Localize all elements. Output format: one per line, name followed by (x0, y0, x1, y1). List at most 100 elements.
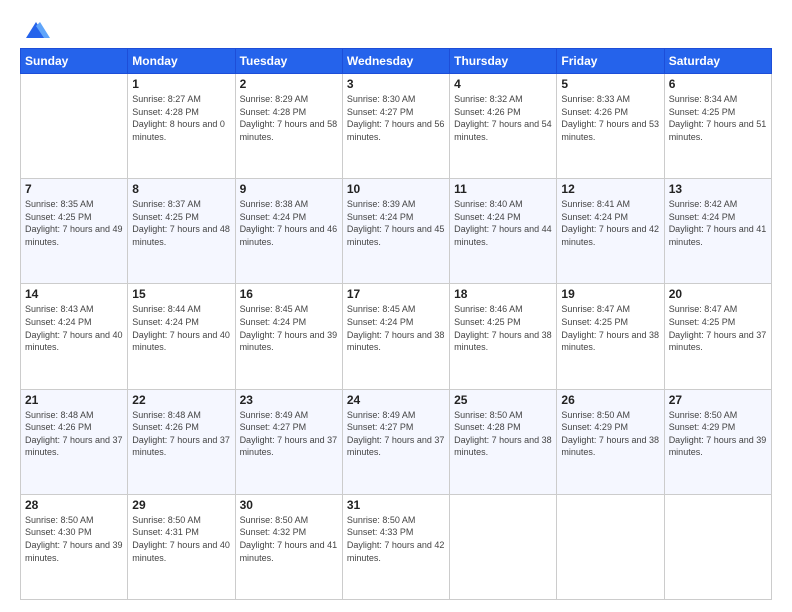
calendar-header-row: SundayMondayTuesdayWednesdayThursdayFrid… (21, 49, 772, 74)
day-number: 16 (240, 287, 338, 301)
calendar-day-cell: 3 Sunrise: 8:30 AMSunset: 4:27 PMDaylight… (342, 74, 449, 179)
calendar-day-cell: 28 Sunrise: 8:50 AMSunset: 4:30 PMDayligh… (21, 494, 128, 599)
day-number: 22 (132, 393, 230, 407)
day-info: Sunrise: 8:48 AMSunset: 4:26 PMDaylight:… (132, 409, 230, 459)
calendar-day-cell: 25 Sunrise: 8:50 AMSunset: 4:28 PMDayligh… (450, 389, 557, 494)
calendar-day-cell: 12Sunrise: 8:41 AMSunset: 4:24 PMDayligh… (557, 179, 664, 284)
calendar-day-cell: 11 Sunrise: 8:40 AMSunset: 4:24 PMDayligh… (450, 179, 557, 284)
calendar-week-row: 28 Sunrise: 8:50 AMSunset: 4:30 PMDayligh… (21, 494, 772, 599)
day-info: Sunrise: 8:50 AMSunset: 4:33 PMDaylight:… (347, 514, 445, 564)
calendar-day-cell: 23Sunrise: 8:49 AMSunset: 4:27 PMDayligh… (235, 389, 342, 494)
day-number: 2 (240, 77, 338, 91)
day-number: 7 (25, 182, 123, 196)
day-info: Sunrise: 8:50 AMSunset: 4:29 PMDaylight:… (669, 409, 767, 459)
calendar-day-cell: 15 Sunrise: 8:44 AMSunset: 4:24 PMDayligh… (128, 284, 235, 389)
day-number: 3 (347, 77, 445, 91)
day-number: 19 (561, 287, 659, 301)
col-header-monday: Monday (128, 49, 235, 74)
day-info: Sunrise: 8:39 AMSunset: 4:24 PMDaylight:… (347, 198, 445, 248)
col-header-thursday: Thursday (450, 49, 557, 74)
page: SundayMondayTuesdayWednesdayThursdayFrid… (0, 0, 792, 612)
day-info: Sunrise: 8:50 AMSunset: 4:29 PMDaylight:… (561, 409, 659, 459)
day-info: Sunrise: 8:27 AMSunset: 4:28 PMDaylight:… (132, 93, 230, 143)
day-info: Sunrise: 8:50 AMSunset: 4:32 PMDaylight:… (240, 514, 338, 564)
calendar-day-cell: 30 Sunrise: 8:50 AMSunset: 4:32 PMDayligh… (235, 494, 342, 599)
day-number: 8 (132, 182, 230, 196)
day-number: 27 (669, 393, 767, 407)
calendar-day-cell: 9 Sunrise: 8:38 AMSunset: 4:24 PMDaylight… (235, 179, 342, 284)
day-number: 31 (347, 498, 445, 512)
calendar-day-cell: 16Sunrise: 8:45 AMSunset: 4:24 PMDayligh… (235, 284, 342, 389)
day-number: 25 (454, 393, 552, 407)
calendar-day-cell: 10 Sunrise: 8:39 AMSunset: 4:24 PMDayligh… (342, 179, 449, 284)
day-info: Sunrise: 8:50 AMSunset: 4:30 PMDaylight:… (25, 514, 123, 564)
day-number: 12 (561, 182, 659, 196)
day-info: Sunrise: 8:50 AMSunset: 4:28 PMDaylight:… (454, 409, 552, 459)
calendar-day-cell: 18Sunrise: 8:46 AMSunset: 4:25 PMDayligh… (450, 284, 557, 389)
day-info: Sunrise: 8:47 AMSunset: 4:25 PMDaylight:… (669, 303, 767, 353)
calendar-week-row: 21 Sunrise: 8:48 AMSunset: 4:26 PMDayligh… (21, 389, 772, 494)
day-number: 21 (25, 393, 123, 407)
calendar-day-cell: 21 Sunrise: 8:48 AMSunset: 4:26 PMDayligh… (21, 389, 128, 494)
day-number: 4 (454, 77, 552, 91)
day-info: Sunrise: 8:29 AMSunset: 4:28 PMDaylight:… (240, 93, 338, 143)
day-number: 29 (132, 498, 230, 512)
day-info: Sunrise: 8:49 AMSunset: 4:27 PMDaylight:… (347, 409, 445, 459)
day-number: 11 (454, 182, 552, 196)
calendar-day-cell: 2 Sunrise: 8:29 AMSunset: 4:28 PMDaylight… (235, 74, 342, 179)
day-number: 5 (561, 77, 659, 91)
calendar-empty-cell (557, 494, 664, 599)
col-header-sunday: Sunday (21, 49, 128, 74)
col-header-tuesday: Tuesday (235, 49, 342, 74)
calendar-day-cell: 20 Sunrise: 8:47 AMSunset: 4:25 PMDayligh… (664, 284, 771, 389)
day-number: 24 (347, 393, 445, 407)
calendar-day-cell: 14Sunrise: 8:43 AMSunset: 4:24 PMDayligh… (21, 284, 128, 389)
day-info: Sunrise: 8:35 AMSunset: 4:25 PMDaylight:… (25, 198, 123, 248)
day-number: 23 (240, 393, 338, 407)
day-number: 9 (240, 182, 338, 196)
day-number: 15 (132, 287, 230, 301)
day-info: Sunrise: 8:34 AMSunset: 4:25 PMDaylight:… (669, 93, 767, 143)
calendar-day-cell: 29Sunrise: 8:50 AMSunset: 4:31 PMDayligh… (128, 494, 235, 599)
day-number: 17 (347, 287, 445, 301)
calendar-day-cell: 4Sunrise: 8:32 AMSunset: 4:26 PMDaylight… (450, 74, 557, 179)
calendar-day-cell: 26 Sunrise: 8:50 AMSunset: 4:29 PMDayligh… (557, 389, 664, 494)
day-number: 18 (454, 287, 552, 301)
day-info: Sunrise: 8:47 AMSunset: 4:25 PMDaylight:… (561, 303, 659, 353)
calendar-day-cell: 8 Sunrise: 8:37 AMSunset: 4:25 PMDaylight… (128, 179, 235, 284)
day-info: Sunrise: 8:37 AMSunset: 4:25 PMDaylight:… (132, 198, 230, 248)
day-number: 26 (561, 393, 659, 407)
calendar-week-row: 14Sunrise: 8:43 AMSunset: 4:24 PMDayligh… (21, 284, 772, 389)
day-number: 1 (132, 77, 230, 91)
calendar-week-row: 1 Sunrise: 8:27 AMSunset: 4:28 PMDaylight… (21, 74, 772, 179)
day-info: Sunrise: 8:30 AMSunset: 4:27 PMDaylight:… (347, 93, 445, 143)
calendar-day-cell: 13 Sunrise: 8:42 AMSunset: 4:24 PMDayligh… (664, 179, 771, 284)
calendar-day-cell: 6 Sunrise: 8:34 AMSunset: 4:25 PMDaylight… (664, 74, 771, 179)
calendar-week-row: 7 Sunrise: 8:35 AMSunset: 4:25 PMDaylight… (21, 179, 772, 284)
day-number: 13 (669, 182, 767, 196)
calendar-day-cell: 19 Sunrise: 8:47 AMSunset: 4:25 PMDayligh… (557, 284, 664, 389)
day-info: Sunrise: 8:40 AMSunset: 4:24 PMDaylight:… (454, 198, 552, 248)
day-info: Sunrise: 8:44 AMSunset: 4:24 PMDaylight:… (132, 303, 230, 353)
calendar-day-cell: 1 Sunrise: 8:27 AMSunset: 4:28 PMDaylight… (128, 74, 235, 179)
day-info: Sunrise: 8:42 AMSunset: 4:24 PMDaylight:… (669, 198, 767, 248)
day-info: Sunrise: 8:48 AMSunset: 4:26 PMDaylight:… (25, 409, 123, 459)
day-number: 6 (669, 77, 767, 91)
day-number: 14 (25, 287, 123, 301)
day-info: Sunrise: 8:33 AMSunset: 4:26 PMDaylight:… (561, 93, 659, 143)
logo (20, 16, 50, 40)
day-info: Sunrise: 8:45 AMSunset: 4:24 PMDaylight:… (347, 303, 445, 353)
header (20, 16, 772, 40)
calendar-empty-cell (21, 74, 128, 179)
calendar-empty-cell (664, 494, 771, 599)
calendar-table: SundayMondayTuesdayWednesdayThursdayFrid… (20, 48, 772, 600)
day-info: Sunrise: 8:38 AMSunset: 4:24 PMDaylight:… (240, 198, 338, 248)
col-header-friday: Friday (557, 49, 664, 74)
day-number: 10 (347, 182, 445, 196)
col-header-saturday: Saturday (664, 49, 771, 74)
calendar-day-cell: 5 Sunrise: 8:33 AMSunset: 4:26 PMDaylight… (557, 74, 664, 179)
day-number: 28 (25, 498, 123, 512)
day-number: 30 (240, 498, 338, 512)
calendar-empty-cell (450, 494, 557, 599)
day-number: 20 (669, 287, 767, 301)
